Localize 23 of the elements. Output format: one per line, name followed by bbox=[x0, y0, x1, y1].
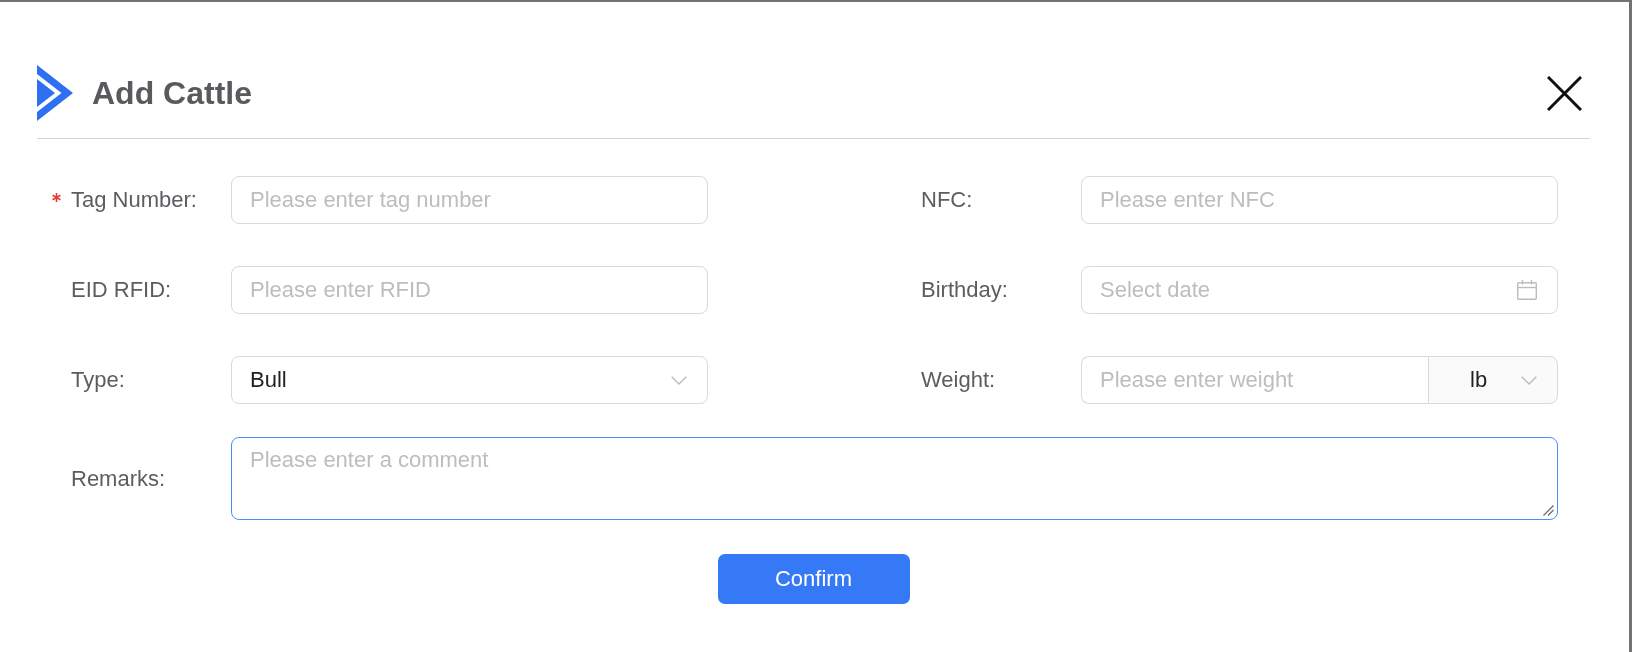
resize-handle-icon[interactable] bbox=[1543, 505, 1554, 516]
chevron-down-icon bbox=[671, 375, 687, 385]
dialog-title: Add Cattle bbox=[92, 74, 252, 113]
close-button[interactable] bbox=[1547, 75, 1582, 111]
text-input[interactable]: Please enter NFC bbox=[1081, 176, 1558, 224]
text-input[interactable]: Please enter tag number bbox=[231, 176, 708, 224]
field-label: NFC: bbox=[921, 187, 973, 213]
chevron-logo-icon bbox=[37, 65, 73, 121]
field-label: Remarks: bbox=[71, 465, 166, 492]
date-input[interactable]: Select date bbox=[1081, 266, 1558, 314]
field-label: Tag Number: bbox=[71, 187, 197, 213]
number-input[interactable]: Please enter weight bbox=[1081, 356, 1428, 404]
dropdown-select[interactable]: Bull bbox=[231, 356, 708, 404]
confirm-button[interactable]: Confirm bbox=[717, 554, 910, 604]
field-label: EID RFID: bbox=[71, 277, 172, 303]
text-input[interactable]: Please enter RFID bbox=[231, 266, 708, 314]
chevron-down-icon bbox=[1521, 375, 1537, 385]
field-label: Weight: bbox=[921, 367, 996, 393]
unit-select[interactable]: lb bbox=[1428, 356, 1558, 404]
field-label: Type: bbox=[71, 367, 125, 393]
close-icon bbox=[1547, 75, 1582, 111]
comment-textarea[interactable]: Please enter a comment bbox=[231, 437, 1558, 520]
field-label: Birthday: bbox=[921, 277, 1008, 303]
